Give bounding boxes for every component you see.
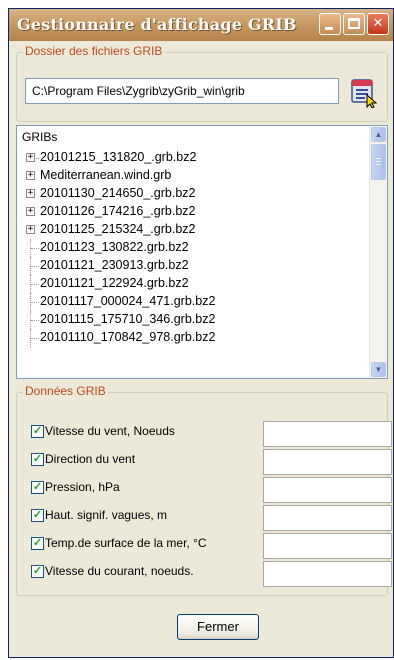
tree-item-label: 20101125_215324_.grb.bz2 — [40, 222, 196, 236]
close-icon: ✕ — [372, 16, 384, 31]
tree-item-label: 20101117_000024_471.grb.bz2 — [40, 294, 216, 308]
tree-item[interactable]: 20101117_000024_471.grb.bz2 — [17, 293, 367, 311]
tree-item[interactable]: + 20101125_215324_.grb.bz2 — [17, 221, 367, 239]
current-speed-label: Vitesse du courant, noeuds. — [45, 564, 194, 578]
tree-item[interactable]: 20101121_122924.grb.bz2 — [17, 275, 367, 293]
chevron-down-icon: ▼ — [374, 365, 383, 374]
tree-item-label: 20101123_130822.grb.bz2 — [40, 240, 189, 254]
wave-height-value — [263, 505, 392, 531]
expand-icon[interactable]: + — [26, 207, 35, 216]
data-row-current-speed: ✓ Vitesse du courant, noeuds. — [31, 561, 392, 587]
grib-data-group-label: Données GRIB — [23, 384, 108, 398]
folder-path-input[interactable]: C:\Program Files\Zygrib\zyGrib_win\grib — [25, 78, 339, 104]
tree-item[interactable]: + Mediterranean.wind.grb — [17, 167, 367, 185]
wind-direction-checkbox[interactable]: ✓ — [31, 453, 44, 466]
current-speed-checkbox[interactable]: ✓ — [31, 565, 44, 578]
pressure-value — [263, 477, 392, 503]
current-speed-value — [263, 561, 392, 587]
tree-item[interactable]: 20101123_130822.grb.bz2 — [17, 239, 367, 257]
grib-file-tree[interactable]: GRIBs + 20101215_131820_.grb.bz2 + Medit… — [16, 125, 388, 379]
data-row-wind-speed: ✓ Vitesse du vent, Noeuds — [31, 421, 392, 447]
tree-item-label: 20101130_214650_.grb.bz2 — [40, 186, 196, 200]
pressure-label: Pression, hPa — [45, 480, 120, 494]
expand-icon[interactable]: + — [26, 153, 35, 162]
maximize-button[interactable] — [343, 13, 365, 35]
wind-speed-value — [263, 421, 392, 447]
data-row-wind-direction: ✓ Direction du vent — [31, 449, 392, 475]
pressure-checkbox[interactable]: ✓ — [31, 481, 44, 494]
tree-item[interactable]: + 20101130_214650_.grb.bz2 — [17, 185, 367, 203]
data-row-sea-temp: ✓ Temp.de surface de la mer, °C — [31, 533, 392, 559]
window-title: Gestionnaire d'affichage GRIB — [17, 15, 297, 34]
folder-group-label: Dossier des fichiers GRIB — [23, 44, 165, 58]
wind-speed-label: Vitesse du vent, Noeuds — [45, 424, 175, 438]
data-row-wave-height: ✓ Haut. signif. vagues, m — [31, 505, 392, 531]
sea-temp-checkbox[interactable]: ✓ — [31, 537, 44, 550]
tree-item[interactable]: 20101115_175710_346.grb.bz2 — [17, 311, 367, 329]
browse-folder-button[interactable] — [348, 76, 380, 109]
data-row-pressure: ✓ Pression, hPa — [31, 477, 392, 503]
expand-icon[interactable]: + — [26, 189, 35, 198]
tree-item-label: 20101121_122924.grb.bz2 — [40, 276, 189, 290]
tree-item-label: 20101121_230913.grb.bz2 — [40, 258, 189, 272]
expand-icon[interactable]: + — [26, 171, 35, 180]
grib-manager-window: Gestionnaire d'affichage GRIB ✕ Dossier … — [8, 8, 394, 658]
minimize-button[interactable] — [319, 13, 341, 35]
maximize-icon — [348, 18, 360, 29]
tree-root-label: GRIBs — [21, 130, 59, 144]
expand-icon[interactable]: + — [26, 225, 35, 234]
tree-item[interactable]: 20101121_230913.grb.bz2 — [17, 257, 367, 275]
wind-direction-value — [263, 449, 392, 475]
sea-temp-value — [263, 533, 392, 559]
folder-group: Dossier des fichiers GRIB C:\Program Fil… — [16, 44, 388, 122]
tree-item-label: 20101110_170842_978.grb.bz2 — [40, 330, 216, 344]
sea-temp-label: Temp.de surface de la mer, °C — [45, 536, 207, 550]
close-button[interactable]: Fermer — [177, 614, 259, 640]
folder-open-icon — [351, 79, 378, 109]
scroll-thumb[interactable] — [371, 144, 386, 180]
scroll-down-button[interactable]: ▼ — [371, 362, 386, 377]
title-bar[interactable]: Gestionnaire d'affichage GRIB ✕ — [9, 9, 393, 41]
wave-height-checkbox[interactable]: ✓ — [31, 509, 44, 522]
tree-item-label: Mediterranean.wind.grb — [40, 168, 172, 182]
grib-data-group: Données GRIB ✓ Vitesse du vent, Noeuds ✓… — [16, 384, 392, 596]
tree-item[interactable]: + 20101215_131820_.grb.bz2 — [17, 149, 367, 167]
tree-item-label: 20101215_131820_.grb.bz2 — [40, 150, 197, 164]
minimize-icon — [325, 27, 333, 30]
close-window-button[interactable]: ✕ — [367, 13, 389, 35]
tree-root[interactable]: GRIBs — [21, 130, 59, 144]
wave-height-label: Haut. signif. vagues, m — [45, 508, 168, 522]
tree-item-label: 20101126_174216_.grb.bz2 — [40, 204, 196, 218]
tree-scrollbar[interactable]: ▲ ▼ — [369, 126, 387, 378]
tree-item-label: 20101115_175710_346.grb.bz2 — [40, 312, 216, 326]
scroll-up-button[interactable]: ▲ — [371, 127, 386, 142]
tree-item[interactable]: + 20101126_174216_.grb.bz2 — [17, 203, 367, 221]
chevron-up-icon: ▲ — [374, 130, 383, 139]
tree-item[interactable]: 20101110_170842_978.grb.bz2 — [17, 329, 367, 347]
wind-speed-checkbox[interactable]: ✓ — [31, 425, 44, 438]
wind-direction-label: Direction du vent — [45, 452, 136, 466]
